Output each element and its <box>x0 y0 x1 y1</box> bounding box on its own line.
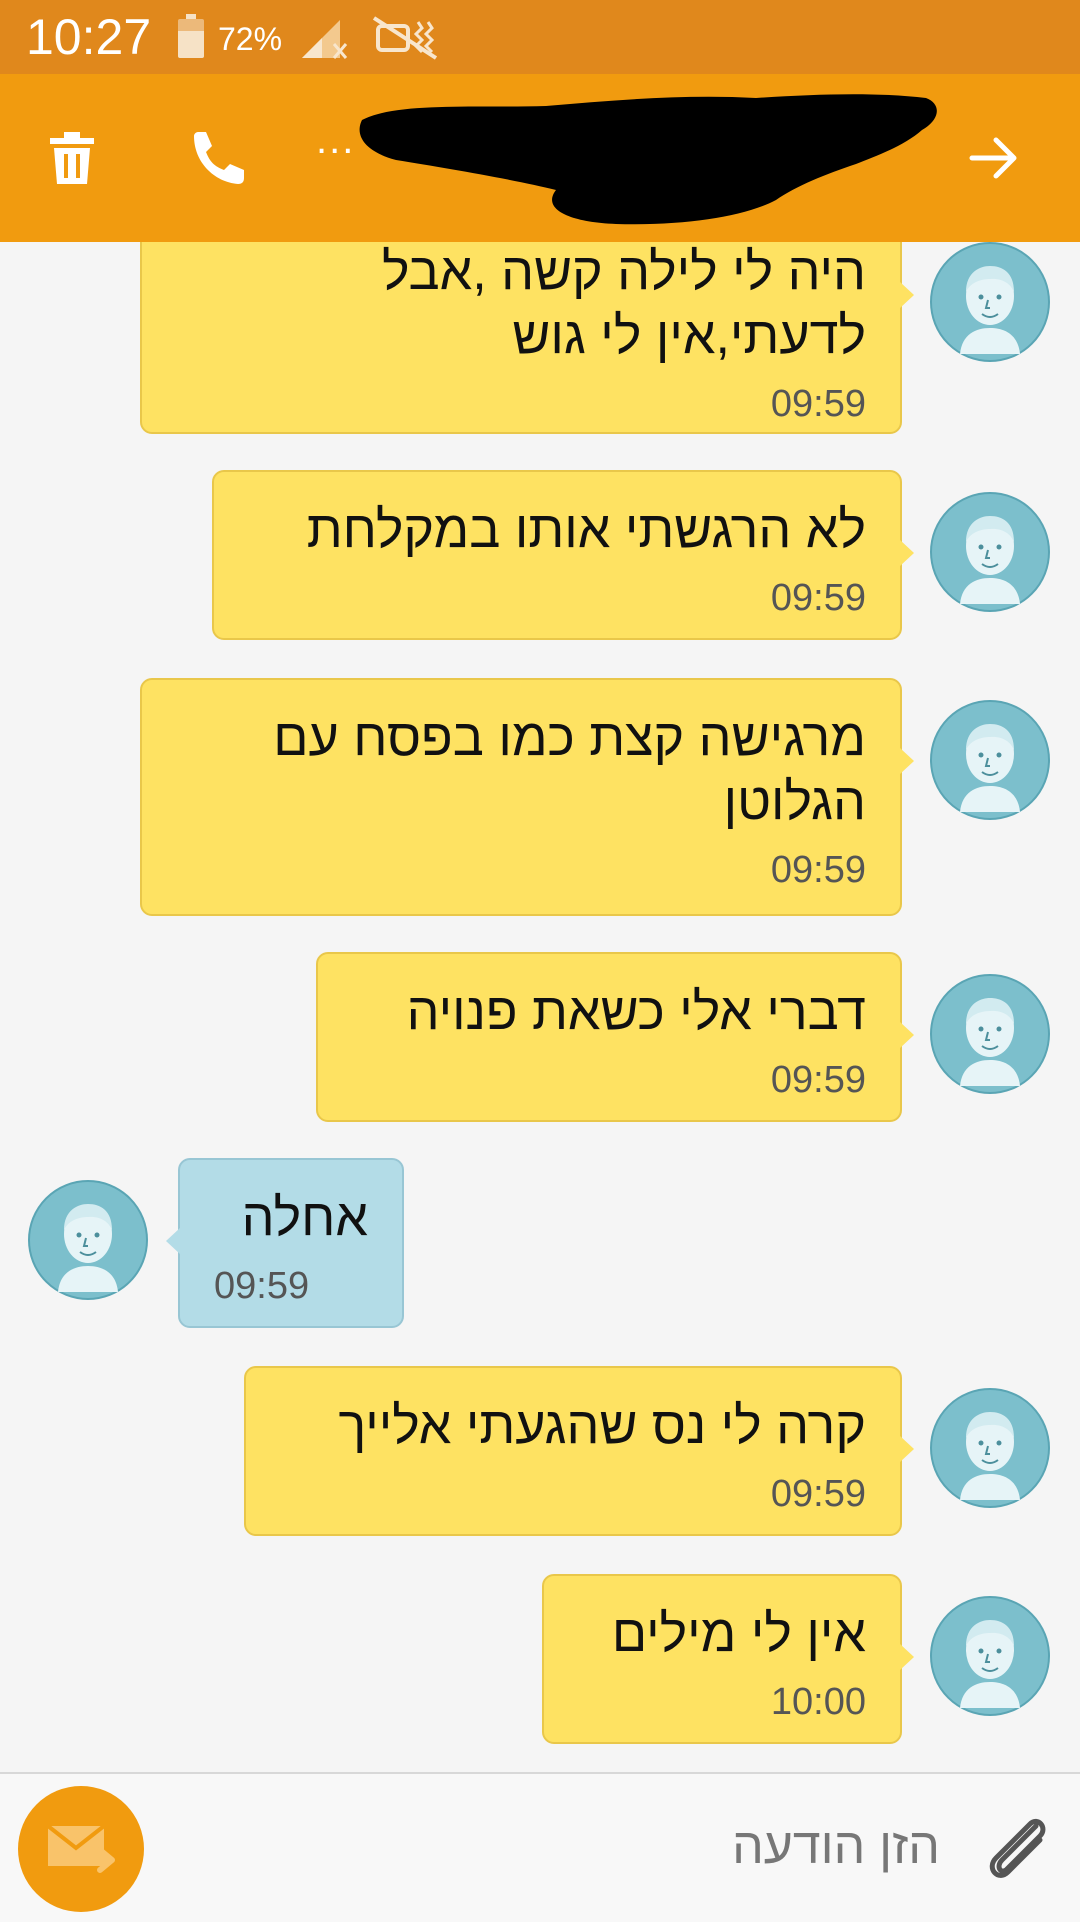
message-text: אין לי מילים <box>611 1605 866 1663</box>
composer-bar: הזן הודעה <box>0 1772 1080 1922</box>
message-bubble-outgoing[interactable]: היה לי לילה קשה ,אבל לדעתי,אין לי גוש 09… <box>140 242 914 434</box>
message-time: 09:59 <box>770 849 866 891</box>
message-time: 09:59 <box>214 1265 310 1307</box>
forward-icon[interactable] <box>962 126 1026 190</box>
message-text: דברי אלי כשאת פנויה <box>406 983 866 1041</box>
redacted-contact-name[interactable] <box>356 90 942 230</box>
mute-icon <box>372 16 438 60</box>
battery-icon <box>178 14 204 58</box>
app-bar: ... <box>0 74 1080 242</box>
send-icon[interactable] <box>18 1786 144 1912</box>
message-time: 09:59 <box>770 1473 866 1515</box>
message-bubble-incoming[interactable]: אחלה 09:59 <box>166 1158 404 1328</box>
contact-avatar[interactable] <box>930 492 1050 612</box>
message-text: לא הרגשתי אותו במקלחת <box>306 501 866 559</box>
message-text: היה לי לילה קשה ,אבל לדעתי,אין לי גוש <box>381 243 866 365</box>
message-text: קרה לי נס שהגעתי אלייך <box>338 1397 866 1455</box>
message-bubble-outgoing[interactable]: מרגישה קצת כמו בפסח עם הגלוטן 09:59 <box>140 678 914 916</box>
contact-avatar[interactable] <box>28 1180 148 1300</box>
status-time: 10:27 <box>26 9 152 65</box>
message-time: 09:59 <box>770 1059 866 1101</box>
message-time: 09:59 <box>770 383 866 425</box>
contact-avatar[interactable] <box>930 700 1050 820</box>
status-bar: 10:27 72% <box>0 0 1080 74</box>
message-text: אחלה <box>241 1189 368 1247</box>
call-icon[interactable] <box>184 126 248 190</box>
attach-icon[interactable] <box>978 1808 1058 1888</box>
contact-avatar[interactable] <box>930 1388 1050 1508</box>
contact-avatar[interactable] <box>930 974 1050 1094</box>
contact-avatar[interactable] <box>930 242 1050 362</box>
message-time: 09:59 <box>770 577 866 619</box>
message-list[interactable]: היה לי לילה קשה ,אבל לדעתי,אין לי גוש 09… <box>0 242 1080 1772</box>
message-bubble-outgoing[interactable]: דברי אלי כשאת פנויה 09:59 <box>316 952 914 1122</box>
message-bubble-outgoing[interactable]: אין לי מילים 10:00 <box>542 1574 914 1744</box>
message-bubble-outgoing[interactable]: לא הרגשתי אותו במקלחת 09:59 <box>212 470 914 640</box>
message-bubble-outgoing[interactable]: קרה לי נס שהגעתי אלייך 09:59 <box>244 1366 914 1536</box>
battery-percent: 72% <box>218 21 283 57</box>
more-icon[interactable]: ... <box>316 120 355 160</box>
message-time: 10:00 <box>770 1681 866 1723</box>
signal-icon <box>302 20 348 59</box>
message-input[interactable]: הזן הודעה <box>400 1814 940 1878</box>
contact-avatar[interactable] <box>930 1596 1050 1716</box>
message-text: מרגישה קצת כמו בפסח עם הגלוטן <box>273 709 866 831</box>
trash-icon[interactable] <box>40 126 104 190</box>
